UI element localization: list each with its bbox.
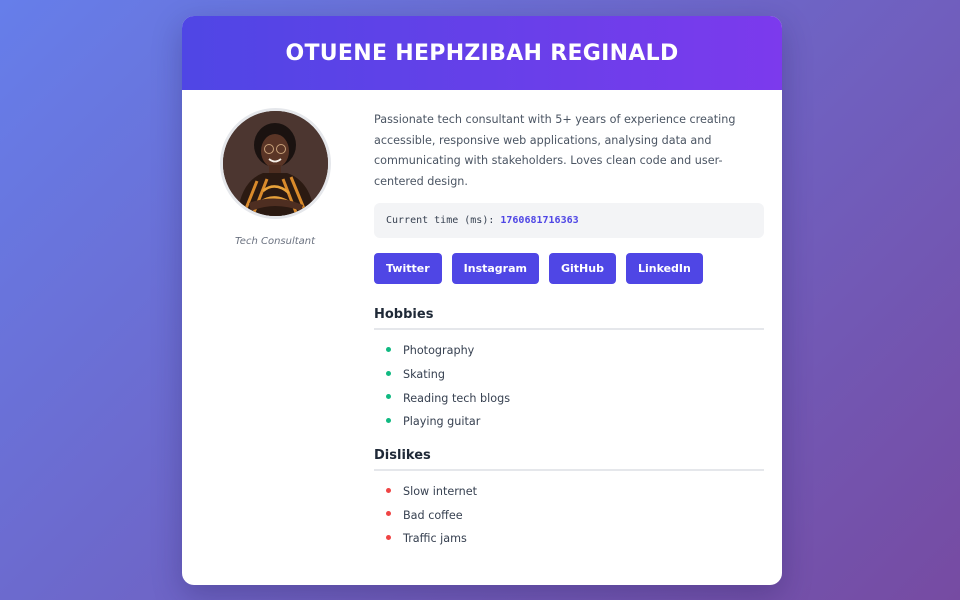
profile-card: OTUENE HEPHZIBAH REGINALD Tech Consultan… — [182, 16, 782, 585]
dislike-label: Slow internet — [403, 485, 477, 499]
profile-bio: Passionate tech consultant with 5+ years… — [374, 113, 736, 188]
bullet-icon — [386, 346, 391, 352]
list-item: Bad coffee — [374, 503, 764, 527]
bullet-icon — [386, 534, 391, 540]
dislikes-section: Dislikes Slow internet Bad coffee Traffi… — [374, 448, 764, 551]
avatar-photo — [222, 111, 328, 216]
time-value: 1760681716363 — [500, 215, 579, 226]
details-column: Passionate tech consultant with 5+ years… — [374, 110, 764, 551]
hobby-label: Reading tech blogs — [403, 391, 511, 405]
bullet-icon — [386, 417, 391, 423]
hobbies-title: Hobbies — [374, 307, 764, 330]
profile-name: OTUENE HEPHZIBAH REGINALD — [285, 40, 679, 66]
hobby-label: Photography — [403, 344, 475, 358]
github-button[interactable]: GitHub — [548, 253, 616, 284]
hobbies-list: Photography Skating Reading tech blogs P… — [374, 339, 764, 434]
profile-role: Tech Consultant — [234, 236, 316, 247]
dislike-label: Bad coffee — [403, 508, 463, 522]
twitter-button[interactable]: Twitter — [374, 253, 442, 284]
bullet-icon — [386, 511, 391, 517]
time-label: Current time (ms): — [386, 215, 495, 226]
list-item: Reading tech blogs — [374, 386, 764, 410]
dislikes-title: Dislikes — [374, 448, 764, 471]
bullet-icon — [386, 370, 391, 376]
list-item: Playing guitar — [374, 410, 764, 434]
hobbies-section: Hobbies Photography Skating Reading tech… — [374, 307, 764, 434]
linkedin-button[interactable]: LinkedIn — [625, 253, 703, 284]
bullet-icon — [386, 394, 391, 400]
hobby-label: Playing guitar — [403, 415, 481, 429]
dislike-label: Traffic jams — [403, 532, 467, 546]
avatar — [219, 108, 331, 219]
current-time-box: Current time (ms): 1760681716363 — [374, 203, 764, 238]
social-links: Twitter Instagram GitHub LinkedIn — [374, 253, 764, 284]
card-body: Tech Consultant Passionate tech consulta… — [182, 90, 782, 585]
list-item: Traffic jams — [374, 527, 764, 551]
list-item: Photography — [374, 339, 764, 363]
card-header: OTUENE HEPHZIBAH REGINALD — [182, 16, 782, 90]
hobby-label: Skating — [403, 368, 445, 382]
avatar-column: Tech Consultant — [182, 108, 368, 247]
instagram-button[interactable]: Instagram — [451, 253, 539, 284]
list-item: Skating — [374, 363, 764, 387]
bullet-icon — [386, 487, 391, 493]
list-item: Slow internet — [374, 480, 764, 504]
dislikes-list: Slow internet Bad coffee Traffic jams — [374, 480, 764, 551]
